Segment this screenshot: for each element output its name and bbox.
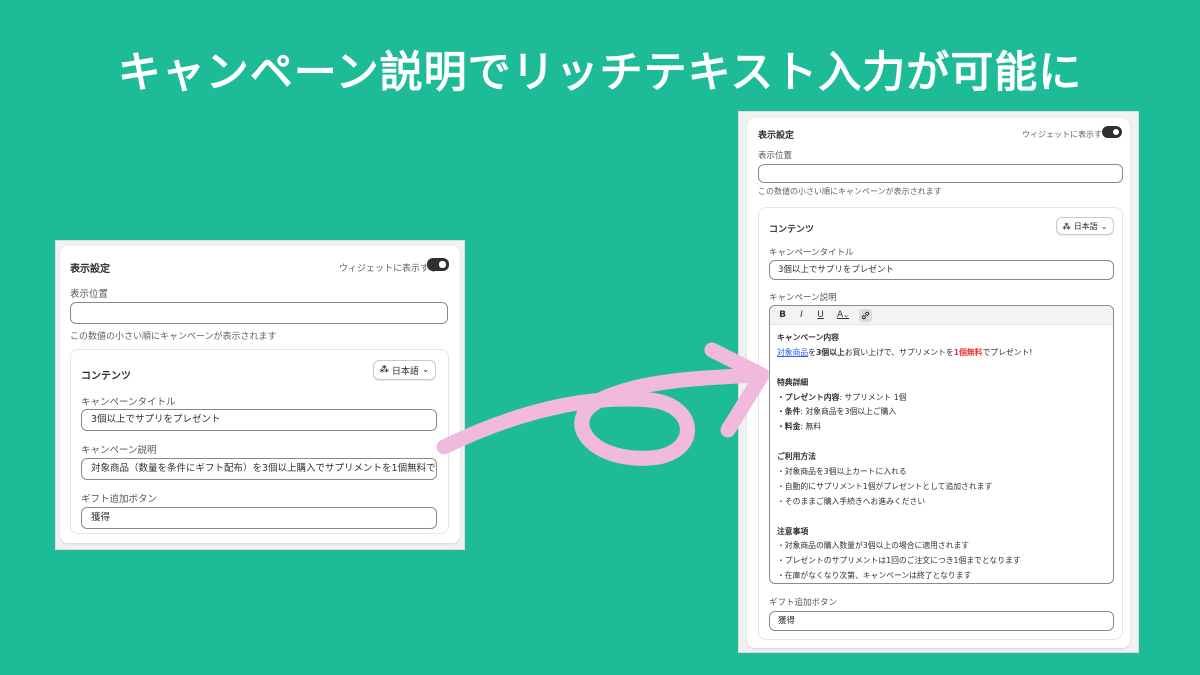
transition-arrow-icon	[436, 342, 770, 466]
